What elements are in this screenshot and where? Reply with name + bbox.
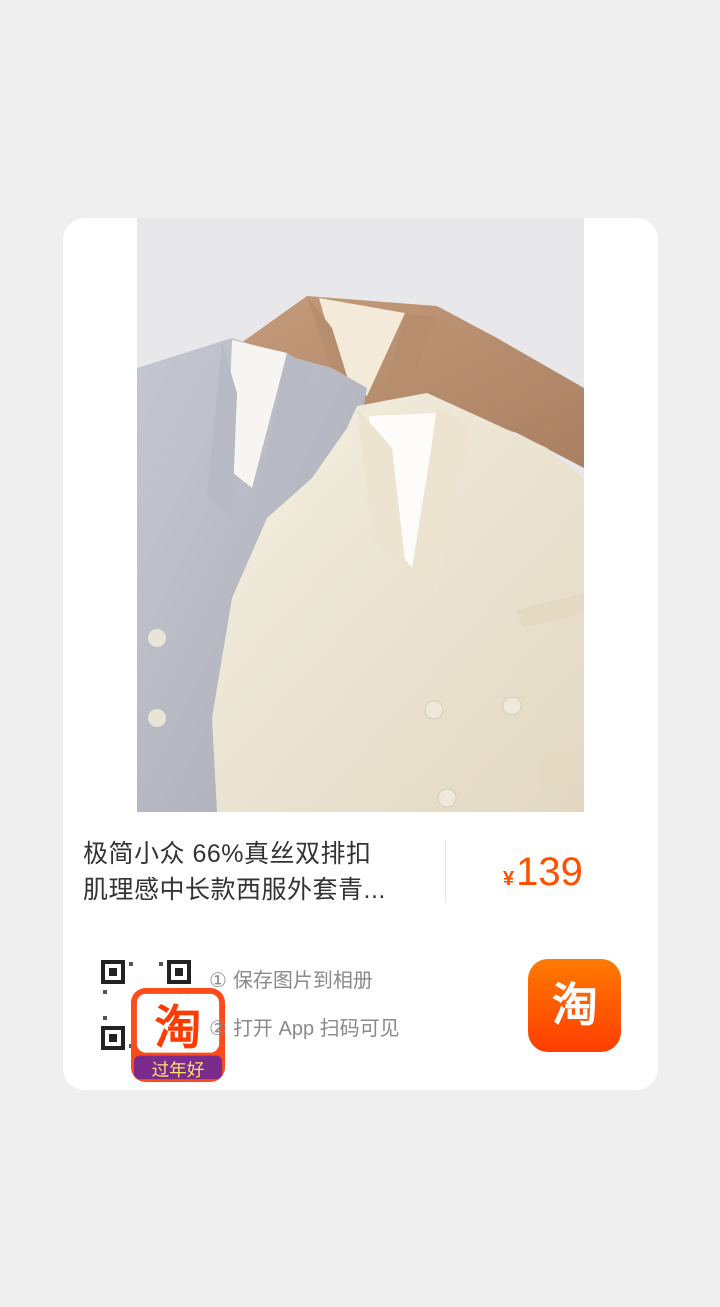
product-info[interactable]: 极简小众 66%真丝双排扣 肌理感中长款西服外套青... ¥139 [83, 830, 638, 920]
share-card: 极简小众 66%真丝双排扣 肌理感中长款西服外套青... ¥139 淘 过年好 … [63, 218, 658, 1090]
product-title-line-1: 极简小众 66%真丝双排扣 [83, 840, 372, 868]
product-photo[interactable] [137, 218, 584, 812]
price-currency: ¥ [503, 868, 515, 890]
qr-badge-glyph: 淘 [155, 1001, 202, 1056]
qr-badge-caption: 过年好 [152, 1061, 205, 1081]
step-open-app: ② 打开 App 扫码可见 [209, 1014, 400, 1044]
step-1-text: 保存图片到相册 [232, 970, 373, 992]
product-title-line-2: 肌理感中长款西服外套青... [83, 876, 386, 904]
step-1-number: ① [209, 970, 227, 992]
price-value: 139 [516, 850, 583, 894]
taobao-logo-glyph: 淘 [552, 978, 598, 1032]
taobao-logo-graphic: 淘 [528, 959, 621, 1052]
qr-code-icon: 淘 过年好 [99, 958, 225, 1082]
product-title: 极简小众 66%真丝双排扣 肌理感中长款西服外套青... [83, 836, 413, 908]
step-save-image: ① 保存图片到相册 [209, 966, 400, 996]
share-instructions: ① 保存图片到相册 ② 打开 App 扫码可见 [209, 966, 400, 1062]
taobao-logo-icon[interactable]: 淘 [528, 959, 621, 1052]
product-photo-image [137, 218, 584, 812]
product-price: ¥139 [503, 850, 583, 895]
divider [445, 840, 446, 902]
step-2-text: 打开 App 扫码可见 [232, 1018, 400, 1040]
step-2-number: ② [209, 1018, 227, 1040]
